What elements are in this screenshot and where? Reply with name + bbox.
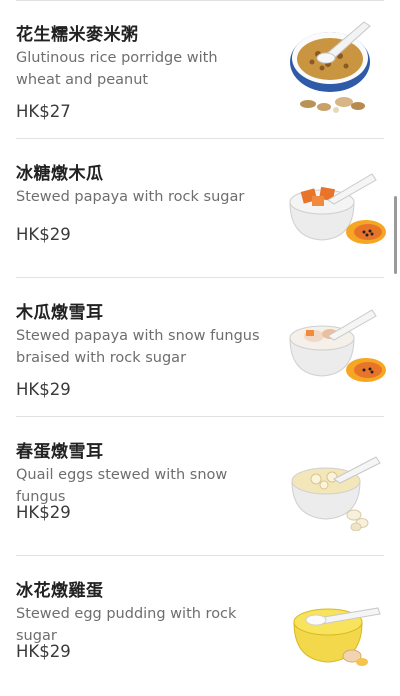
menu-item-price: HK$29 [16,225,71,244]
menu-item-price: HK$29 [16,642,71,661]
papaya-snow-fungus-icon [289,309,386,382]
menu-item-description: Quail eggs stewed with snow fungus [16,467,228,505]
quail-egg-soup-icon [291,456,381,531]
scrollbar[interactable] [394,196,397,274]
menu-item-description: Stewed papaya with rock sugar [16,189,245,205]
menu-item-name: 冰花燉雞蛋 [16,581,104,601]
menu-item-egg-pudding[interactable]: 冰花燉雞蛋 Stewed egg pudding with rock sugar… [0,556,400,695]
menu-item-name: 春蛋燉雪耳 [16,442,104,462]
menu-item-price: HK$27 [16,102,71,121]
peanut-porridge-icon [290,21,371,113]
menu-item-price: HK$29 [16,503,71,522]
menu-item-description: Stewed egg pudding with rock sugar [16,606,237,644]
menu-item-quail-egg-snow-fungus[interactable]: 春蛋燉雪耳 Quail eggs stewed with snow fungus… [0,417,400,556]
menu-item-name: 冰糖燉木瓜 [16,164,104,184]
menu-item-peanut-porridge[interactable]: 花生糯米麥米粥 Glutinous rice porridge with whe… [0,0,400,139]
menu-item-price: HK$29 [16,380,71,399]
egg-pudding-icon [293,607,381,666]
menu-item-name: 木瓜燉雪耳 [16,303,104,323]
menu-item-description: Glutinous rice porridge with wheat and p… [16,50,218,88]
menu-item-description: Stewed papaya with snow fungus braised w… [16,328,260,366]
menu-item-papaya-snow-fungus[interactable]: 木瓜燉雪耳 Stewed papaya with snow fungus bra… [0,278,400,417]
menu-item-stewed-papaya[interactable]: 冰糖燉木瓜 Stewed papaya with rock sugar HK$2… [0,139,400,278]
menu-item-name: 花生糯米麥米粥 [16,25,139,45]
papaya-dessert-icon [289,173,386,244]
